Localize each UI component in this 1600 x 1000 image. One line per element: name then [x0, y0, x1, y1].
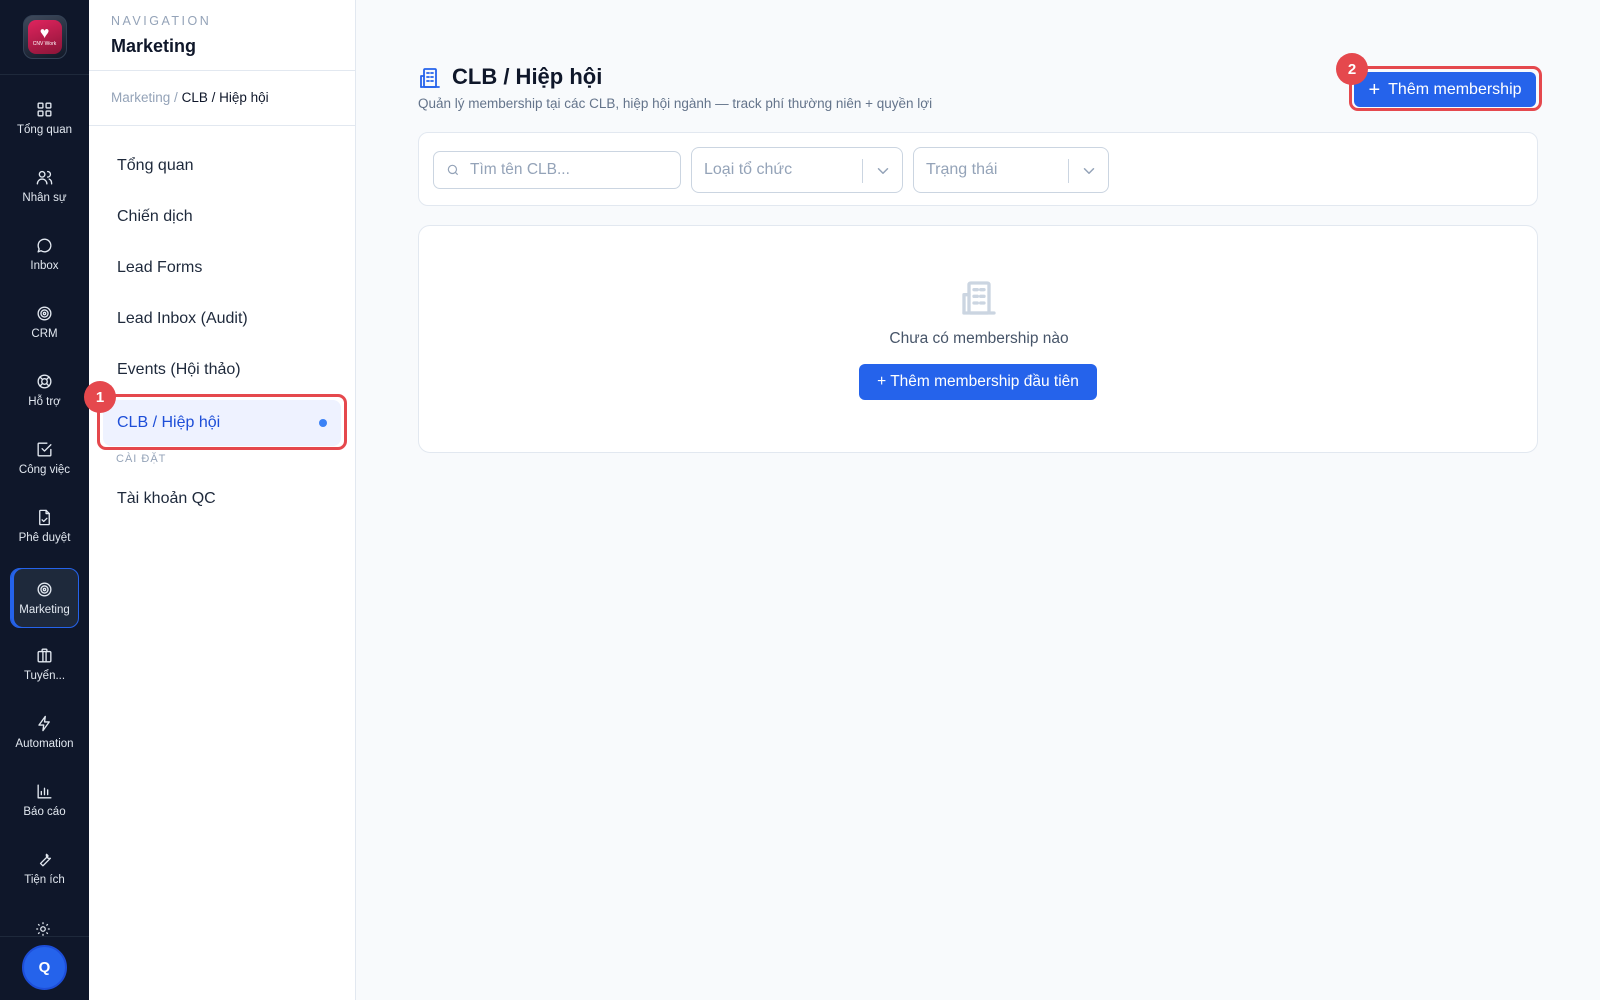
divider: [89, 70, 355, 71]
rail-item-label: Marketing: [19, 604, 70, 616]
nav-item-tai-khoan-qc[interactable]: Tài khoản QC: [117, 490, 216, 508]
rail-item-automation[interactable]: Automation: [10, 702, 79, 762]
briefcase-icon: [37, 648, 52, 663]
nav-section-label: CÀI ĐẶT: [116, 453, 167, 465]
rail-logo-area: ♥ CNV Work: [0, 0, 89, 75]
rail-item-label: Inbox: [30, 260, 59, 272]
rail-item-label: Phê duyệt: [18, 532, 71, 544]
empty-state-message: Chưa có membership nào: [889, 330, 1069, 347]
page-subtitle: Quản lý membership tại các CLB, hiệp hội…: [418, 96, 933, 111]
logo-brand: CNV Work: [32, 40, 57, 47]
nav-eyebrow: NAVIGATION: [111, 14, 212, 28]
step-badge-1: 1: [84, 381, 116, 413]
search-box[interactable]: [433, 151, 681, 189]
step-badge-2: 2: [1336, 53, 1368, 85]
avatar[interactable]: Q: [22, 945, 67, 990]
chevron-down-icon: [874, 162, 892, 180]
breadcrumb-separator: /: [174, 90, 178, 105]
rail-item-tien-ich[interactable]: Tiện ích: [10, 838, 79, 898]
select-divider: [862, 159, 863, 183]
rail-item-label: Tổng quan: [17, 124, 72, 136]
nav-item-events[interactable]: Events (Hội thảo): [117, 361, 241, 379]
org-type-value: Loại tổ chức: [704, 161, 793, 178]
grid-icon: [37, 102, 52, 117]
rail-item-label: Báo cáo: [23, 806, 66, 818]
nav-title: Marketing: [111, 36, 197, 56]
breadcrumb: Marketing / CLB / Hiệp hội: [111, 90, 269, 105]
rail-item-marketing[interactable]: Marketing: [10, 568, 79, 628]
divider: [89, 125, 355, 126]
wrench-icon: [39, 853, 52, 867]
rail-item-inbox[interactable]: Inbox: [10, 224, 79, 284]
rail-item-label: Công việc: [18, 464, 71, 476]
target-icon: [37, 306, 52, 321]
rail-item-tuyen-dung[interactable]: Tuyển...: [10, 634, 79, 694]
building-icon: [959, 278, 999, 318]
rail-item-label: Nhân sự: [22, 192, 67, 204]
chevron-down-icon: [1080, 162, 1098, 180]
chat-icon: [37, 238, 52, 253]
nav-item-tong-quan[interactable]: Tổng quan: [117, 157, 194, 175]
rail-item-tong-quan[interactable]: Tổng quan: [10, 88, 79, 148]
lifebuoy-icon: [37, 374, 52, 389]
file-sign-icon: [39, 509, 50, 526]
rail-item-label: Automation: [15, 738, 74, 750]
empty-state-card: Chưa có membership nào + Thêm membership…: [418, 225, 1538, 453]
rail-divider: [0, 936, 89, 937]
nav-panel: NAVIGATION Marketing Marketing / CLB / H…: [89, 0, 356, 1000]
filter-bar: Loại tổ chức Trạng thái: [418, 132, 1538, 206]
rail-item-label: Tuyển...: [23, 670, 66, 682]
nav-item-lead-forms[interactable]: Lead Forms: [117, 259, 202, 277]
nav-item-chien-dich[interactable]: Chiến dịch: [117, 208, 193, 226]
rail-item-label: Hỗ trợ: [28, 396, 61, 408]
add-first-membership-button[interactable]: + Thêm membership đầu tiên: [859, 364, 1097, 400]
breadcrumb-parent[interactable]: Marketing: [111, 90, 170, 105]
users-icon: [36, 170, 53, 185]
checkbox-icon: [37, 442, 52, 457]
highlight-box-2: [1349, 66, 1542, 111]
page-title: CLB / Hiệp hội: [452, 64, 603, 89]
rail-item-bao-cao[interactable]: Báo cáo: [10, 770, 79, 830]
rail-item-cong-viec[interactable]: Công việc: [10, 428, 79, 488]
rail-item-ho-tro[interactable]: Hỗ trợ: [10, 360, 79, 420]
status-select[interactable]: Trạng thái: [913, 147, 1109, 193]
org-type-select[interactable]: Loại tổ chức: [691, 147, 903, 193]
target-icon: [37, 582, 52, 597]
heart-icon: ♥: [39, 24, 50, 42]
bar-chart-icon: [37, 784, 52, 799]
search-icon: [447, 164, 459, 176]
logo-mark: ♥ CNV Work: [27, 20, 62, 54]
rail-item-nhan-su[interactable]: Nhân sự: [10, 156, 79, 216]
bolt-icon: [38, 715, 50, 732]
select-divider: [1068, 159, 1069, 183]
app-rail: ♥ CNV Work Tổng quan Nhân sự Inbox CRM H…: [0, 0, 89, 1000]
breadcrumb-current: CLB / Hiệp hội: [181, 90, 269, 105]
status-value: Trạng thái: [926, 161, 998, 178]
app-logo[interactable]: ♥ CNV Work: [22, 15, 67, 59]
search-input[interactable]: [470, 161, 670, 179]
rail-item-label: CRM: [31, 328, 58, 340]
nav-item-lead-inbox[interactable]: Lead Inbox (Audit): [117, 310, 248, 328]
highlight-box-1: [97, 394, 347, 450]
gear-icon[interactable]: [34, 920, 54, 940]
rail-item-crm[interactable]: CRM: [10, 292, 79, 352]
rail-item-label: Tiện ích: [24, 874, 65, 886]
building-icon: [418, 66, 442, 90]
rail-item-phe-duyet[interactable]: Phê duyệt: [10, 496, 79, 556]
